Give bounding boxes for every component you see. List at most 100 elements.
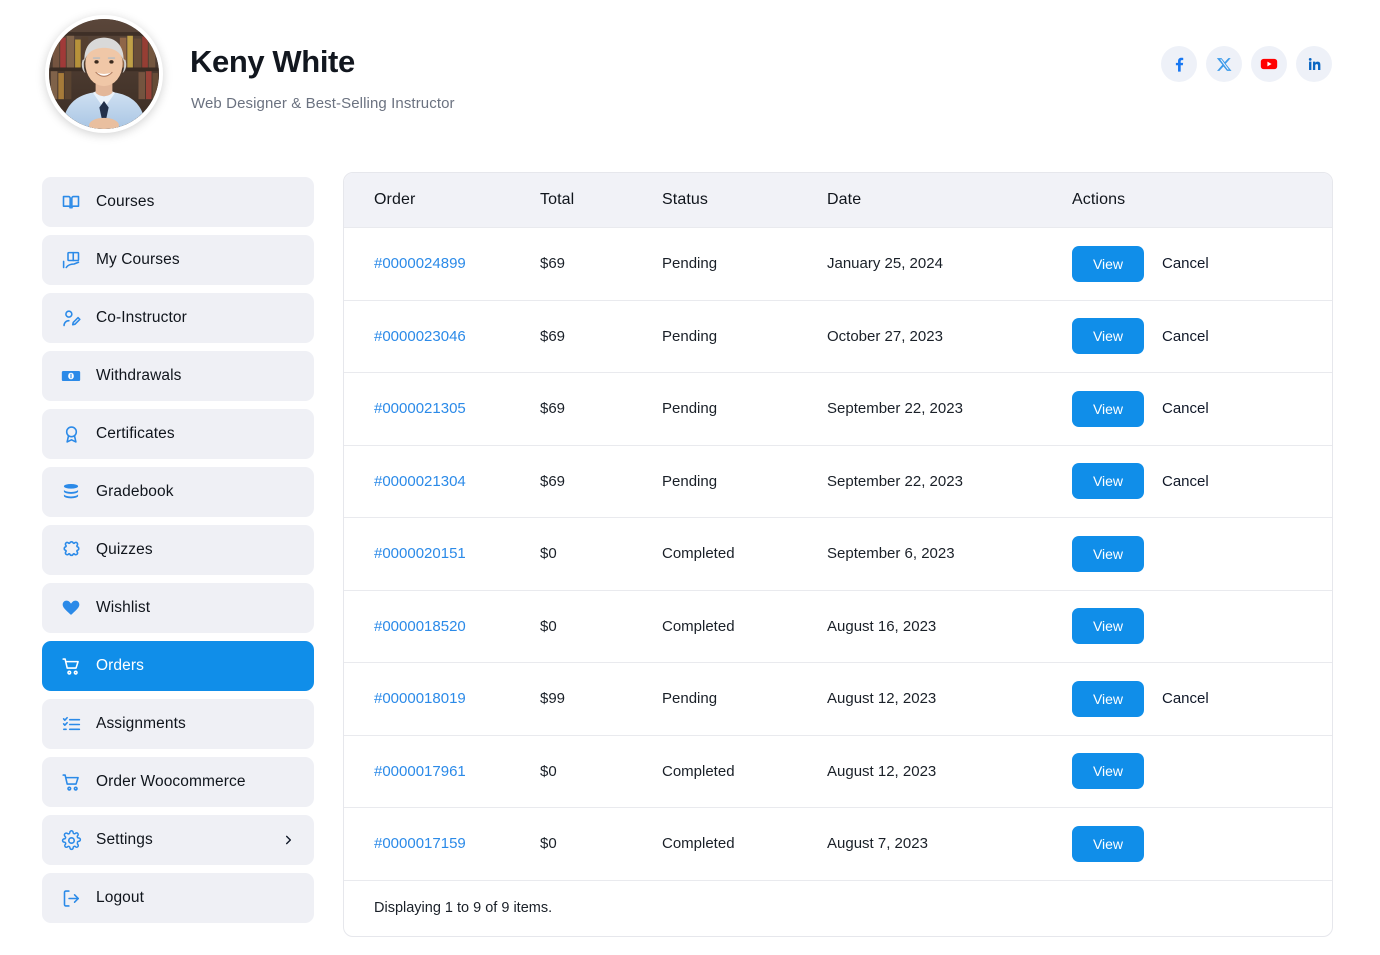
table-head: Order Total Status Date Actions: [344, 173, 1332, 228]
youtube-icon: [1259, 54, 1279, 74]
sidebar-item-label: Wishlist: [96, 599, 151, 616]
order-total: $0: [540, 589, 662, 663]
linkedin-link[interactable]: [1296, 46, 1332, 82]
cancel-button[interactable]: Cancel: [1162, 400, 1209, 417]
x-twitter-icon: [1216, 56, 1233, 73]
cancel-button[interactable]: Cancel: [1162, 473, 1209, 490]
sidebar-item-gradebook[interactable]: Gradebook: [42, 467, 314, 517]
award-ribbon-icon: [60, 423, 82, 445]
table-row: #0000021305 $69 Pending September 22, 20…: [344, 372, 1332, 445]
order-date: September 6, 2023: [827, 517, 1072, 590]
table-row: #0000017159 $0 Completed August 7, 2023 …: [344, 807, 1332, 880]
order-link[interactable]: #0000024899: [374, 255, 466, 272]
sidebar-item-label: Order Woocommerce: [96, 773, 246, 790]
sidebar-item-settings[interactable]: Settings: [42, 815, 314, 865]
order-link[interactable]: #0000021305: [374, 400, 466, 417]
banknote-icon: [60, 365, 82, 387]
shopping-cart-icon: [60, 771, 82, 793]
sidebar-item-quizzes[interactable]: Quizzes: [42, 525, 314, 575]
order-total: $99: [540, 662, 662, 735]
sidebar-item-wishlist[interactable]: Wishlist: [42, 583, 314, 633]
user-edit-icon: [60, 307, 82, 329]
table-body: #0000024899 $69 Pending January 25, 2024…: [344, 227, 1332, 880]
sidebar-item-orders[interactable]: Orders: [42, 641, 314, 691]
table-header-row: Order Total Status Date Actions: [344, 173, 1332, 228]
order-date: September 22, 2023: [827, 372, 1072, 445]
order-date: September 22, 2023: [827, 444, 1072, 518]
order-status: Completed: [662, 517, 827, 590]
stacked-disks-icon: [60, 481, 82, 503]
sidebar-item-withdrawals[interactable]: Withdrawals: [42, 351, 314, 401]
order-total: $69: [540, 372, 662, 445]
order-date: August 12, 2023: [827, 662, 1072, 735]
sidebar-item-co-instructor[interactable]: Co-Instructor: [42, 293, 314, 343]
order-link[interactable]: #0000018019: [374, 690, 466, 707]
order-link[interactable]: #0000018520: [374, 618, 466, 635]
view-button[interactable]: View: [1072, 825, 1144, 862]
sidebar-item-my-courses[interactable]: My Courses: [42, 235, 314, 285]
view-button[interactable]: View: [1072, 318, 1144, 355]
cancel-button[interactable]: Cancel: [1162, 255, 1209, 272]
page-title: Keny White: [190, 44, 355, 79]
order-status: Completed: [662, 807, 827, 880]
order-status: Pending: [662, 372, 827, 445]
facebook-link[interactable]: [1161, 46, 1197, 82]
order-status: Completed: [662, 734, 827, 808]
sidebar-item-label: Assignments: [96, 715, 186, 732]
view-button[interactable]: View: [1072, 680, 1144, 717]
sidebar-item-label: My Courses: [96, 251, 180, 268]
order-link[interactable]: #0000017961: [374, 763, 466, 780]
x-twitter-link[interactable]: [1206, 46, 1242, 82]
linkedin-icon: [1305, 55, 1323, 73]
column-header-order: Order: [344, 173, 540, 228]
order-link[interactable]: #0000023046: [374, 328, 466, 345]
view-button[interactable]: View: [1072, 245, 1144, 282]
order-date: August 16, 2023: [827, 589, 1072, 663]
table-footer-count: Displaying 1 to 9 of 9 items.: [344, 879, 1332, 936]
order-total: $69: [540, 444, 662, 518]
column-header-status: Status: [662, 173, 827, 228]
sidebar-item-label: Gradebook: [96, 483, 174, 500]
view-button[interactable]: View: [1072, 608, 1144, 645]
order-status: Completed: [662, 589, 827, 663]
sidebar-item-label: Orders: [96, 657, 144, 674]
order-date: August 7, 2023: [827, 807, 1072, 880]
sidebar-item-label: Courses: [96, 193, 155, 210]
table-row: #0000018019 $99 Pending August 12, 2023 …: [344, 662, 1332, 735]
view-button[interactable]: View: [1072, 390, 1144, 427]
row-actions: View Cancel: [1072, 301, 1332, 373]
row-actions: View Cancel: [1072, 663, 1332, 735]
order-link[interactable]: #0000017159: [374, 835, 466, 852]
orders-table-card: Order Total Status Date Actions #0000024…: [343, 172, 1333, 937]
order-link[interactable]: #0000021304: [374, 473, 466, 490]
order-status: Pending: [662, 227, 827, 300]
sidebar-item-label: Settings: [96, 831, 153, 848]
order-date: August 12, 2023: [827, 734, 1072, 808]
avatar: [45, 15, 163, 133]
order-status: Pending: [662, 444, 827, 518]
youtube-link[interactable]: [1251, 46, 1287, 82]
profile-header: Keny White Web Designer & Best-Selling I…: [0, 0, 1380, 150]
sidebar-item-certificates[interactable]: Certificates: [42, 409, 314, 459]
order-total: $69: [540, 227, 662, 300]
view-button[interactable]: View: [1072, 535, 1144, 572]
column-header-date: Date: [827, 173, 1072, 228]
table-row: #0000023046 $69 Pending October 27, 2023…: [344, 299, 1332, 373]
view-button[interactable]: View: [1072, 753, 1144, 790]
sidebar-item-courses[interactable]: Courses: [42, 177, 314, 227]
order-link[interactable]: #0000020151: [374, 545, 466, 562]
logout-icon: [60, 887, 82, 909]
cancel-button[interactable]: Cancel: [1162, 328, 1209, 345]
sidebar-item-logout[interactable]: Logout: [42, 873, 314, 923]
order-total: $0: [540, 517, 662, 590]
avatar-photo: [49, 19, 159, 129]
view-button[interactable]: View: [1072, 463, 1144, 500]
order-total: $0: [540, 734, 662, 808]
cancel-button[interactable]: Cancel: [1162, 690, 1209, 707]
gear-icon: [60, 829, 82, 851]
sidebar-item-assignments[interactable]: Assignments: [42, 699, 314, 749]
puzzle-piece-icon: [60, 539, 82, 561]
orders-table: Order Total Status Date Actions #0000024…: [344, 173, 1332, 880]
sidebar-item-order-woocommerce[interactable]: Order Woocommerce: [42, 757, 314, 807]
sidebar-item-label: Certificates: [96, 425, 175, 442]
